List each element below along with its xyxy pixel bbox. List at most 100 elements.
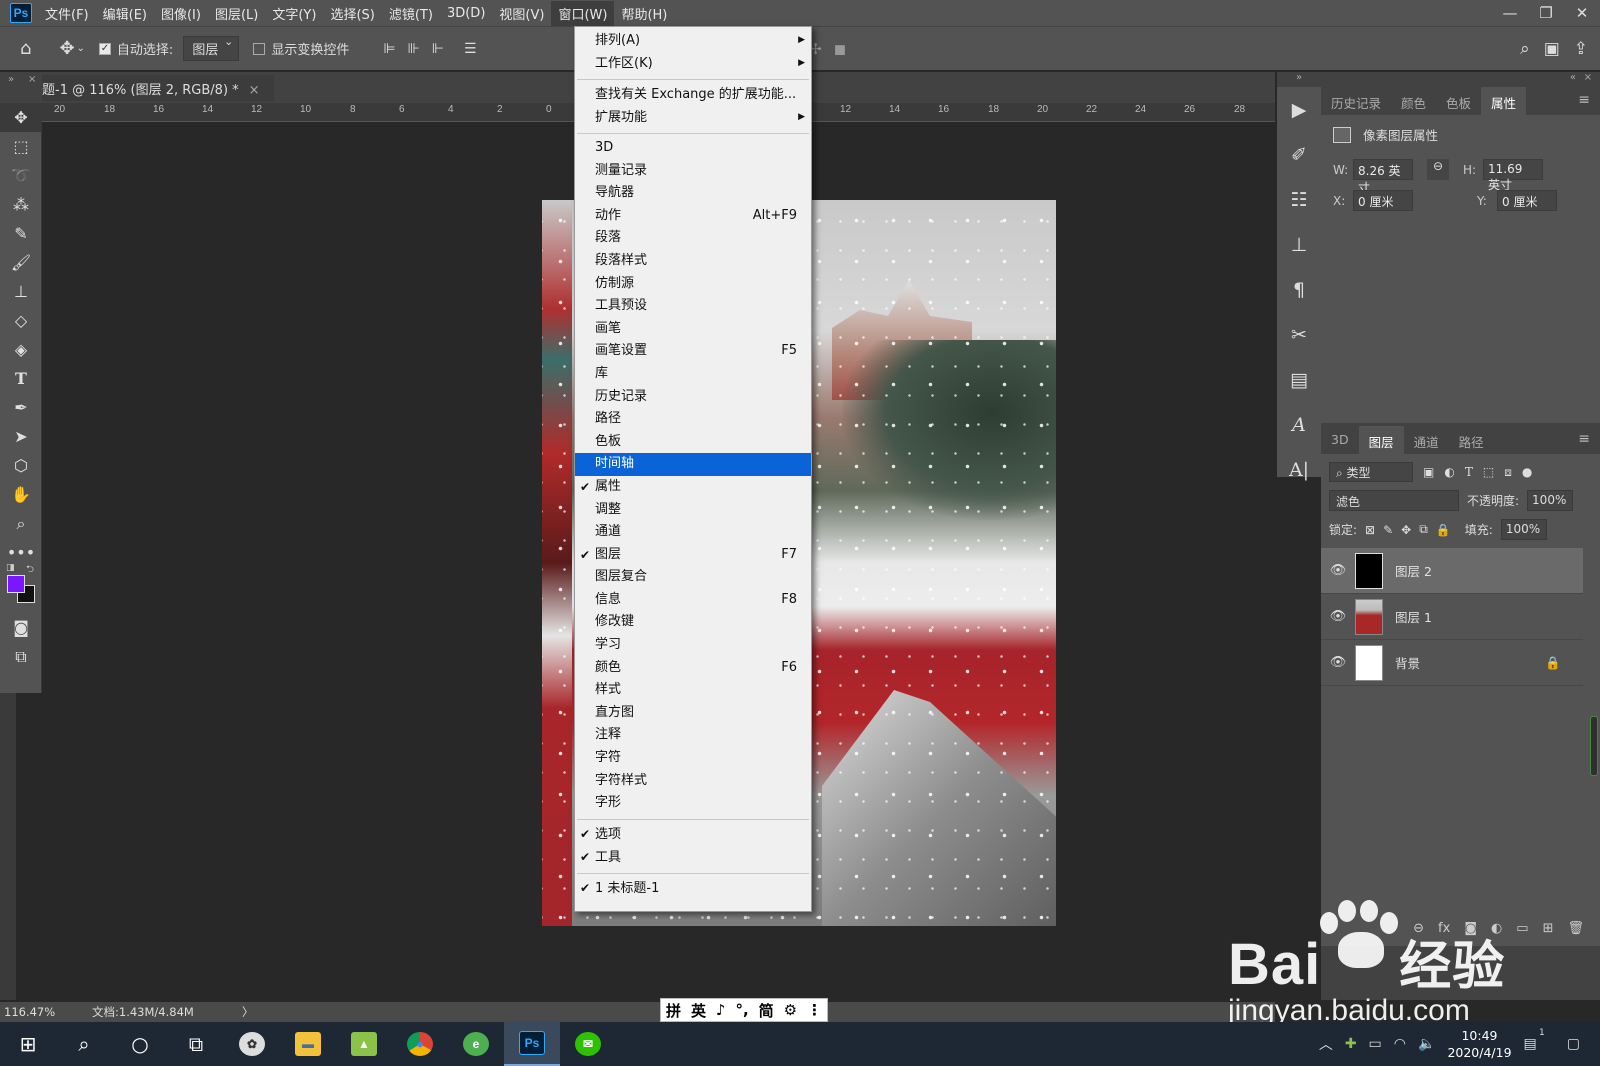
taskbar-app-icon[interactable]: ▲ <box>336 1022 392 1066</box>
menu-item-panel[interactable]: 工具预设 <box>575 295 811 318</box>
status-menu-arrow[interactable]: 〉 <box>242 1004 254 1020</box>
menu-item-panel[interactable]: 导航器 <box>575 182 811 205</box>
action-center-icon[interactable]: ▢ <box>1567 1036 1580 1052</box>
path-select-icon[interactable]: ➤ <box>0 422 42 451</box>
type-tool-icon[interactable]: T <box>0 364 42 393</box>
menu-item-panel[interactable]: 学习 <box>575 634 811 657</box>
share-icon[interactable]: ⇪ <box>1574 39 1588 59</box>
brush-tool-icon[interactable]: 🖌 <box>0 248 42 277</box>
layer-row[interactable]: 👁 背景 🔒 <box>1321 640 1583 686</box>
marquee-tool-icon[interactable]: ⬚ <box>0 132 42 161</box>
menu-item-panel[interactable]: 历史记录 <box>575 386 811 409</box>
height-input[interactable]: 11.69 英寸 <box>1483 159 1543 192</box>
menu-item-panel[interactable]: 修改键 <box>575 611 811 634</box>
width-input[interactable]: 8.26 英寸 <box>1353 159 1413 195</box>
layers-scrollbar[interactable] <box>1590 716 1598 776</box>
paint-bucket-icon[interactable]: ◈ <box>0 335 42 364</box>
menu-item-extensions[interactable]: 扩展功能 ▶ <box>575 106 811 129</box>
menu-window[interactable]: 窗口(W) <box>551 0 615 26</box>
ime-pinyin[interactable]: 拼 <box>666 1000 681 1021</box>
panel-menu-icon[interactable]: ≡ <box>1578 426 1600 454</box>
menu-item-panel[interactable]: 通道 <box>575 521 811 544</box>
task-view-icon[interactable]: ⧉ <box>168 1022 224 1066</box>
zoom-level[interactable]: 116.47% <box>0 1005 92 1019</box>
paragraph-icon[interactable]: ¶ <box>1277 267 1321 312</box>
show-transform-checkbox[interactable] <box>253 42 266 55</box>
taskbar-clock[interactable]: 10:49 2020/4/19 <box>1447 1027 1511 1061</box>
foreground-color-swatch[interactable] <box>7 575 25 593</box>
menu-item-panel[interactable]: ✔ 图层 F7 <box>575 544 811 567</box>
link-icon[interactable]: ⊖ <box>1427 159 1449 180</box>
menu-item-panel[interactable]: 时间轴 <box>575 453 811 476</box>
photoshop-taskbar-icon[interactable]: Ps <box>504 1022 560 1066</box>
menu-item-document[interactable]: ✔ 1 未标题-1 <box>575 877 811 900</box>
menu-item-panel[interactable]: 字符样式 <box>575 770 811 793</box>
menu-item-panel[interactable]: 动作 Alt+F9 <box>575 205 811 228</box>
ruler-vertical[interactable] <box>0 690 16 1000</box>
menu-item-options[interactable]: ✔ 选项 <box>575 823 811 846</box>
minimize-button[interactable]: — <box>1492 4 1528 22</box>
taskbar-search-icon[interactable]: ⌕ <box>56 1022 112 1066</box>
menu-item-panel[interactable]: 测量记录 <box>575 160 811 183</box>
menu-item-panel[interactable]: 路径 <box>575 408 811 431</box>
screen-mode-icon[interactable]: ⧉ <box>0 642 42 671</box>
tab-color[interactable]: 颜色 <box>1391 87 1436 115</box>
eyedropper-icon[interactable]: ✎ <box>0 219 42 248</box>
auto-select-checkbox[interactable]: ✓ <box>98 42 111 55</box>
menu-item-panel[interactable]: 字符 <box>575 747 811 770</box>
lock-transparency-icon[interactable]: ⊠ <box>1365 523 1375 537</box>
menu-item-panel[interactable]: 样式 <box>575 679 811 702</box>
search-icon[interactable]: ⌕ <box>1520 39 1530 59</box>
filter-pixel-icon[interactable]: ▣ <box>1423 465 1434 479</box>
menu-item-panel[interactable]: ✔ 属性 <box>575 476 811 499</box>
library-icon[interactable]: ▤ <box>1277 357 1321 402</box>
filter-toggle-icon[interactable]: ● <box>1522 465 1532 479</box>
home-icon[interactable]: ⌂ <box>20 38 31 59</box>
visibility-eye-icon[interactable]: 👁 <box>1321 609 1355 624</box>
menu-item-panel[interactable]: 画笔设置 F5 <box>575 340 811 363</box>
eraser-tool-icon[interactable]: ◇ <box>0 306 42 335</box>
clone-source-icon[interactable]: ⊥ <box>1277 222 1321 267</box>
ime-simplified[interactable]: 简 <box>759 1000 774 1021</box>
distribute-icon[interactable]: ☰ <box>464 41 477 57</box>
tray-app-icon[interactable]: ✚ <box>1345 1036 1357 1052</box>
tool-presets-icon[interactable]: ✂ <box>1277 312 1321 357</box>
lock-all-icon[interactable]: 🔒 <box>1436 523 1451 537</box>
ime-moon-icon[interactable]: ♪ <box>716 1001 726 1019</box>
volume-icon[interactable]: 🔈 <box>1418 1036 1435 1052</box>
default-colors-icon[interactable]: ◨ <box>6 563 15 573</box>
wifi-icon[interactable]: ◠ <box>1394 1036 1406 1052</box>
tab-paths[interactable]: 路径 <box>1449 426 1494 454</box>
layer-row[interactable]: 👁 图层 1 <box>1321 594 1583 640</box>
menu-file[interactable]: 文件(F) <box>38 1 96 26</box>
hand-tool-icon[interactable]: ✋ <box>0 480 42 509</box>
adjustments-icon[interactable]: ☷ <box>1277 177 1321 222</box>
filter-type-icon[interactable]: T <box>1465 465 1473 479</box>
filter-smart-object-icon[interactable]: ⧈ <box>1504 465 1512 480</box>
menu-item-workspace[interactable]: 工作区(K) ▶ <box>575 52 811 75</box>
start-button[interactable]: ⊞ <box>0 1022 56 1066</box>
ime-settings-icon[interactable]: ⚙ <box>784 1001 797 1019</box>
ime-english[interactable]: 英 <box>691 1000 706 1021</box>
menu-image[interactable]: 图像(I) <box>154 1 208 26</box>
ime-more-icon[interactable]: ⋮ <box>807 1001 822 1019</box>
tab-channels[interactable]: 通道 <box>1404 426 1449 454</box>
close-panels-icon[interactable]: × <box>1584 72 1592 83</box>
layer-filter-dropdown[interactable]: ⌕ 类型 <box>1329 462 1413 482</box>
blend-mode-dropdown[interactable]: 滤色 <box>1329 490 1459 511</box>
tab-history[interactable]: 历史记录 <box>1321 87 1391 115</box>
align-center-icon[interactable]: ⊪ <box>408 41 420 57</box>
wechat-icon[interactable]: ✉ <box>560 1022 616 1066</box>
x-input[interactable]: 0 厘米 <box>1353 190 1413 211</box>
close-toolbox-icon[interactable]: × <box>28 74 36 85</box>
brush-settings-icon[interactable]: ✐ <box>1277 132 1321 177</box>
lock-pixels-icon[interactable]: ✎ <box>1383 523 1393 537</box>
quick-mask-icon[interactable]: ◙ <box>0 613 42 642</box>
menu-item-tools[interactable]: ✔ 工具 <box>575 846 811 869</box>
menu-item-panel[interactable]: 直方图 <box>575 702 811 725</box>
chevron-down-icon[interactable]: ⌄ <box>77 43 85 54</box>
menu-edit[interactable]: 编辑(E) <box>96 1 154 26</box>
menu-filter[interactable]: 滤镜(T) <box>382 1 440 26</box>
workspace-icon[interactable]: ▣ <box>1544 39 1560 59</box>
3d-camera-icon[interactable]: ◼ <box>834 40 846 58</box>
